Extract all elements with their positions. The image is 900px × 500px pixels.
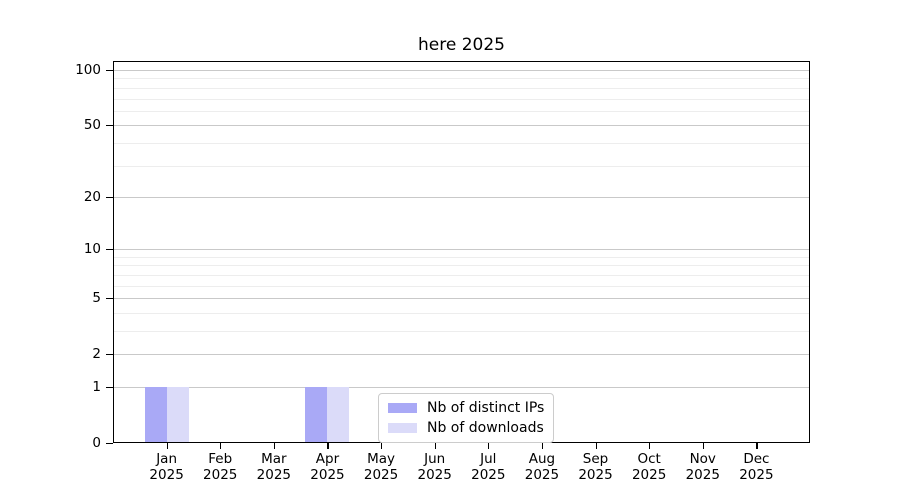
- y-minor-gridline: [113, 286, 810, 287]
- bar: [327, 387, 349, 443]
- downloads-swatch: [388, 423, 417, 433]
- x-tick-mark: [435, 443, 436, 449]
- y-tick-mark: [106, 387, 113, 388]
- figure: here 2025 0125102050100Jan2025Feb2025Mar…: [0, 0, 900, 500]
- x-tick-year: 2025: [724, 467, 788, 483]
- y-major-gridline: [113, 249, 810, 250]
- x-tick-mark: [488, 443, 489, 449]
- x-tick-mark: [167, 443, 168, 449]
- x-tick-mark: [381, 443, 382, 449]
- x-tick-label: Dec2025: [724, 451, 788, 483]
- legend-label-distinct-ips: Nb of distinct IPs: [427, 400, 544, 416]
- x-tick-month: Dec: [724, 451, 788, 467]
- y-minor-gridline: [113, 99, 810, 100]
- y-tick-label: 5: [0, 290, 101, 306]
- y-tick-mark: [106, 249, 113, 250]
- y-tick-mark: [106, 354, 113, 355]
- y-tick-label: 10: [0, 241, 101, 257]
- legend: Nb of distinct IPs Nb of downloads: [378, 393, 554, 443]
- legend-label-downloads: Nb of downloads: [427, 420, 544, 436]
- y-minor-gridline: [113, 111, 810, 112]
- y-tick-mark: [106, 298, 113, 299]
- y-minor-gridline: [113, 313, 810, 314]
- x-tick-mark: [542, 443, 543, 449]
- legend-entry-distinct-ips: Nb of distinct IPs: [388, 400, 544, 416]
- y-minor-gridline: [113, 331, 810, 332]
- x-tick-mark: [327, 443, 328, 449]
- y-tick-label: 1: [0, 379, 101, 395]
- x-tick-mark: [220, 443, 221, 449]
- y-tick-label: 50: [0, 117, 101, 133]
- y-minor-gridline: [113, 143, 810, 144]
- y-major-gridline: [113, 125, 810, 126]
- y-major-gridline: [113, 197, 810, 198]
- plot-area: [113, 61, 810, 443]
- y-tick-mark: [106, 197, 113, 198]
- distinct-ips-swatch: [388, 403, 417, 413]
- legend-entry-downloads: Nb of downloads: [388, 420, 544, 436]
- x-tick-mark: [596, 443, 597, 449]
- x-tick-mark: [756, 443, 757, 449]
- y-tick-label: 20: [0, 189, 101, 205]
- bar: [305, 387, 327, 443]
- chart-title: here 2025: [113, 35, 810, 55]
- bar: [167, 387, 189, 443]
- y-major-gridline: [113, 354, 810, 355]
- x-tick-mark: [649, 443, 650, 449]
- y-minor-gridline: [113, 265, 810, 266]
- y-major-gridline: [113, 298, 810, 299]
- y-tick-label: 2: [0, 346, 101, 362]
- y-major-gridline: [113, 387, 810, 388]
- y-tick-mark: [106, 70, 113, 71]
- y-minor-gridline: [113, 275, 810, 276]
- y-tick-label: 0: [0, 435, 101, 451]
- y-tick-label: 100: [0, 62, 101, 78]
- y-minor-gridline: [113, 257, 810, 258]
- y-minor-gridline: [113, 78, 810, 79]
- x-tick-mark: [274, 443, 275, 449]
- y-tick-mark: [106, 443, 113, 444]
- bar: [145, 387, 167, 443]
- y-major-gridline: [113, 70, 810, 71]
- y-minor-gridline: [113, 166, 810, 167]
- y-tick-mark: [106, 125, 113, 126]
- x-tick-mark: [703, 443, 704, 449]
- y-minor-gridline: [113, 88, 810, 89]
